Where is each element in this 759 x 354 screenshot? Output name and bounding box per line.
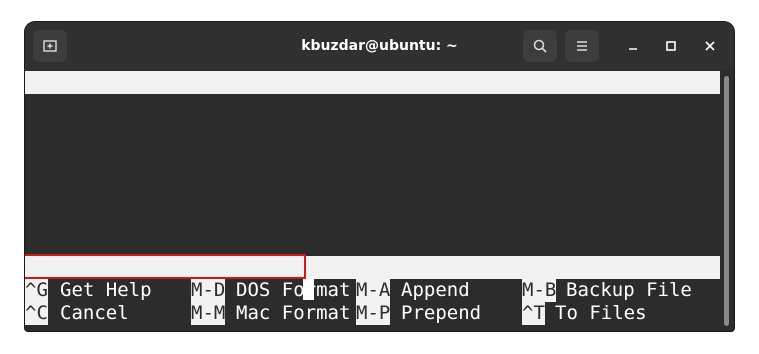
minimize-icon bbox=[629, 48, 637, 50]
title-bar: kbuzdar@ubuntu: ~ bbox=[25, 22, 734, 71]
shortcut-key: M-M bbox=[191, 302, 226, 325]
shortcut-key: M-A bbox=[356, 279, 391, 302]
shortcut-append[interactable]: Append bbox=[401, 279, 470, 302]
terminal-window: kbuzdar@ubuntu: ~ GNU nano 4.8 New Buffe… bbox=[25, 22, 734, 331]
close-button[interactable] bbox=[698, 34, 722, 58]
highlight-box bbox=[25, 254, 306, 279]
minimize-button[interactable] bbox=[621, 34, 645, 58]
shortcut-key: ^G bbox=[25, 279, 48, 302]
scrollbar[interactable] bbox=[722, 70, 731, 331]
shortcut-key: M-P bbox=[356, 302, 391, 325]
shortcut-cancel[interactable]: Cancel bbox=[60, 302, 129, 325]
shortcut-get-help[interactable]: Get Help bbox=[60, 279, 152, 302]
shortcut-to-files[interactable]: To Files bbox=[555, 302, 647, 325]
shortcut-mac-format[interactable]: Mac Format bbox=[236, 302, 350, 325]
close-icon bbox=[705, 41, 715, 51]
shortcut-prepend[interactable]: Prepend bbox=[401, 302, 481, 325]
shortcut-key: M-D bbox=[191, 279, 226, 302]
search-button[interactable] bbox=[523, 30, 557, 62]
shortcut-key: ^C bbox=[25, 302, 48, 325]
shortcut-backup-file[interactable]: Backup File bbox=[566, 279, 692, 302]
shortcut-dos-format[interactable]: DOS Format bbox=[236, 279, 350, 302]
hamburger-menu-icon bbox=[577, 41, 587, 51]
maximize-icon bbox=[666, 41, 676, 51]
buffer-name: New Buffer bbox=[335, 117, 450, 139]
terminal-area[interactable]: GNU nano 4.8 New Buffer File Name to Wri… bbox=[25, 70, 734, 331]
shortcut-key: M-B bbox=[522, 279, 557, 302]
scrollbar-thumb[interactable] bbox=[724, 76, 729, 326]
menu-button[interactable] bbox=[565, 30, 599, 62]
maximize-button[interactable] bbox=[659, 34, 683, 58]
shortcut-key: ^T bbox=[522, 302, 545, 325]
nano-version: GNU nano 4.8 bbox=[49, 94, 187, 116]
nano-header-bar: GNU nano 4.8 New Buffer bbox=[25, 71, 720, 139]
search-icon bbox=[533, 39, 547, 53]
